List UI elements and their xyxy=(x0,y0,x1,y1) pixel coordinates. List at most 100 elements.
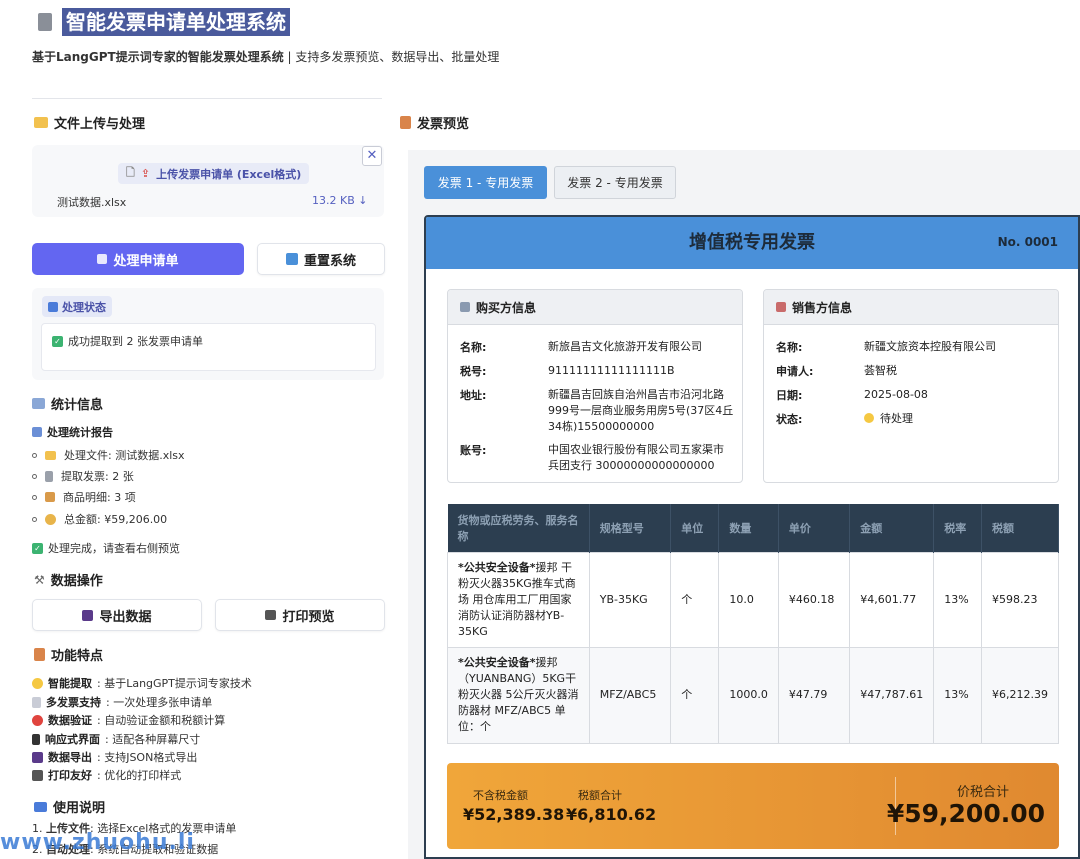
clipboard-icon xyxy=(34,648,45,661)
package-icon xyxy=(45,492,55,502)
field-value: 新疆昌吉回族自治州昌吉市沿河北路999号一层商业服务用房5号(37区4丘34栋)… xyxy=(548,388,734,433)
page-subtitle: 基于LangGPT提示词专家的智能发票处理系统 | 支持多发票预览、数据导出、批… xyxy=(32,48,499,65)
seller-status-row: 状态: 待处理 xyxy=(776,411,1050,427)
qty-cell: 1000.0 xyxy=(718,646,779,744)
refresh-icon xyxy=(97,254,108,264)
tab-invoice-2[interactable]: 发票 2 - 专用发票 xyxy=(554,166,676,199)
tools-icon: ⚒ xyxy=(34,572,45,587)
upload-icon: ⇪ xyxy=(140,167,151,180)
col-header: 金额 xyxy=(849,504,935,552)
grand-total-label: 价税合计 xyxy=(956,785,1009,800)
buyer-account-row: 账号: 中国农业银行股份有限公司五家渠市兵团支行 3000000000000000… xyxy=(460,442,734,474)
bullet xyxy=(32,452,37,458)
amount-cell: ¥47,787.61 xyxy=(849,646,935,744)
clipboard-icon xyxy=(400,116,411,129)
status-message-text: 成功提取到 2 张发票申请单 xyxy=(68,335,203,348)
col-header: 规格型号 xyxy=(589,504,672,552)
subtitle-bold: 基于LangGPT提示词专家的智能发票处理系统 xyxy=(32,50,284,64)
unit-cell: 个 xyxy=(670,646,720,744)
field-value: 2025-08-08 xyxy=(864,388,928,401)
buyer-title: 购买方信息 xyxy=(476,300,537,315)
check-icon: ✓ xyxy=(52,335,63,347)
field-label: 税号: xyxy=(460,365,487,378)
unit-cell: 个 xyxy=(670,551,720,648)
upload-file-button[interactable]: 🗋 ⇪ 上传发票申请单 (Excel格式) xyxy=(118,163,310,184)
status-tag-label: 处理状态 xyxy=(62,300,106,314)
preview-title: 发票预览 xyxy=(400,113,469,132)
field-value: 荟智税 xyxy=(864,364,897,377)
tab-invoice-1[interactable]: 发票 1 - 专用发票 xyxy=(424,166,547,199)
reset-button[interactable]: 重置系统 xyxy=(257,243,385,275)
app-root: 智能发票申请单处理系统 基于LangGPT提示词专家的智能发票处理系统 | 支持… xyxy=(0,0,1080,859)
feature-item: 智能提取: 基于LangGPT提示词专家技术 xyxy=(32,675,252,691)
table-row: *公共安全设备*援邦 干粉灭火器35KG推车式商场 用仓库用工厂用国家消防认证消… xyxy=(447,551,1060,648)
process-button[interactable]: 处理申请单 xyxy=(32,243,244,275)
buyer-address-row: 地址: 新疆昌吉回族自治州昌吉市沿河北路999号一层商业服务用房5号(37区4丘3… xyxy=(460,387,734,435)
seller-date-row: 日期: 2025-08-08 xyxy=(776,387,1050,403)
subtitle-rest: | 支持多发票预览、数据导出、批量处理 xyxy=(283,50,500,64)
bullet xyxy=(32,494,37,500)
item-name-cell: *公共安全设备*援邦 干粉灭火器35KG推车式商场 用仓库用工厂用国家消防认证消… xyxy=(447,551,590,648)
stat-item: 总金额: ¥59,206.00 xyxy=(32,511,167,527)
feature-item: 数据导出: 支持JSON格式导出 xyxy=(32,749,197,765)
feature-item: 数据验证 : 自动验证金额和税额计算 xyxy=(32,712,225,728)
document-icon xyxy=(32,696,41,708)
item-category: *公共安全设备* xyxy=(458,656,536,669)
stat-item: 提取发票: 2 张 xyxy=(32,468,134,484)
target-icon xyxy=(32,714,43,726)
feature-name: 打印友好 xyxy=(48,769,92,782)
col-header: 税额 xyxy=(981,504,1060,552)
feature-item: 多发票支持: 一次处理多张申请单 xyxy=(32,694,212,710)
field-value: 91111111111111111B xyxy=(548,364,675,377)
status-message: ✓ 成功提取到 2 张发票申请单 xyxy=(52,333,203,349)
invoice-title: 增值税专用发票 xyxy=(689,232,815,253)
field-label: 申请人: xyxy=(776,365,814,378)
feature-name: 数据验证 xyxy=(48,714,92,727)
shop-icon xyxy=(776,302,786,312)
feature-name: 数据导出 xyxy=(48,751,92,764)
field-value: 新旅昌吉文化旅游开发有限公司 xyxy=(548,340,702,353)
process-button-label: 处理申请单 xyxy=(113,253,179,269)
tax-total-value: ¥6,810.62 xyxy=(566,805,657,824)
done-message-text: 处理完成，请查看右侧预览 xyxy=(48,542,180,555)
bullet xyxy=(32,473,37,479)
spec-cell: MFZ/ABC5 xyxy=(588,646,672,744)
items-table: 货物或应税劳务、服务名称 规格型号 单位 数量 单价 金额 税率 税额 *公共安… xyxy=(447,504,1060,744)
seller-applicant-row: 申请人: 荟智税 xyxy=(776,363,1050,379)
pretax-value: ¥52,389.38 xyxy=(463,805,565,824)
upload-button-label: 上传发票申请单 (Excel格式) xyxy=(156,167,302,181)
col-header: 税率 xyxy=(933,504,982,552)
invoice-card: 增值税专用发票 No. 0001 购买方信息 名称: 新旅昌吉文化旅游开发有限公司… xyxy=(424,215,1080,859)
rate-cell: 13% xyxy=(933,551,982,648)
page-title: 智能发票申请单处理系统 xyxy=(62,8,290,36)
usage-title: 使用说明 xyxy=(34,797,105,816)
usage-title-label: 使用说明 xyxy=(53,801,106,816)
buyer-name-row: 名称: 新旅昌吉文化旅游开发有限公司 xyxy=(460,339,734,355)
document-icon xyxy=(38,13,52,31)
feature-desc: : 优化的打印样式 xyxy=(97,769,182,782)
field-label: 状态: xyxy=(776,413,803,426)
feature-name: 智能提取 xyxy=(48,677,92,690)
download-file-link[interactable]: 13.2 KB ↓ xyxy=(312,194,367,207)
feature-item: 响应式界面: 适配各种屏幕尺寸 xyxy=(32,731,200,747)
save-icon xyxy=(32,751,43,763)
feature-desc: : 自动验证金额和税额计算 xyxy=(97,714,226,727)
seller-name-row: 名称: 新疆文旅资本控股有限公司 xyxy=(776,339,1050,355)
feature-item: 打印友好 : 优化的打印样式 xyxy=(32,767,181,783)
close-button[interactable]: ✕ xyxy=(362,146,382,166)
money-bag-icon xyxy=(45,513,56,525)
save-icon xyxy=(82,609,94,621)
amount-cell: ¥4,601.77 xyxy=(849,551,935,648)
field-value: 中国农业银行股份有限公司五家渠市兵团支行 30000000000000000 xyxy=(548,443,724,472)
field-label: 名称: xyxy=(460,341,487,354)
refresh-icon xyxy=(285,253,298,265)
print-button[interactable]: 打印预览 xyxy=(215,599,385,631)
report-title-label: 处理统计报告 xyxy=(47,426,113,439)
export-button-label: 导出数据 xyxy=(99,609,152,625)
qty-cell: 10.0 xyxy=(718,551,779,648)
export-button[interactable]: 导出数据 xyxy=(32,599,202,631)
bar-chart-icon xyxy=(32,427,42,437)
stat-text: 提取发票: 2 张 xyxy=(61,470,134,483)
status-badge: 处理状态 xyxy=(42,296,112,317)
uploaded-file-name: 测试数据.xlsx xyxy=(57,196,127,209)
